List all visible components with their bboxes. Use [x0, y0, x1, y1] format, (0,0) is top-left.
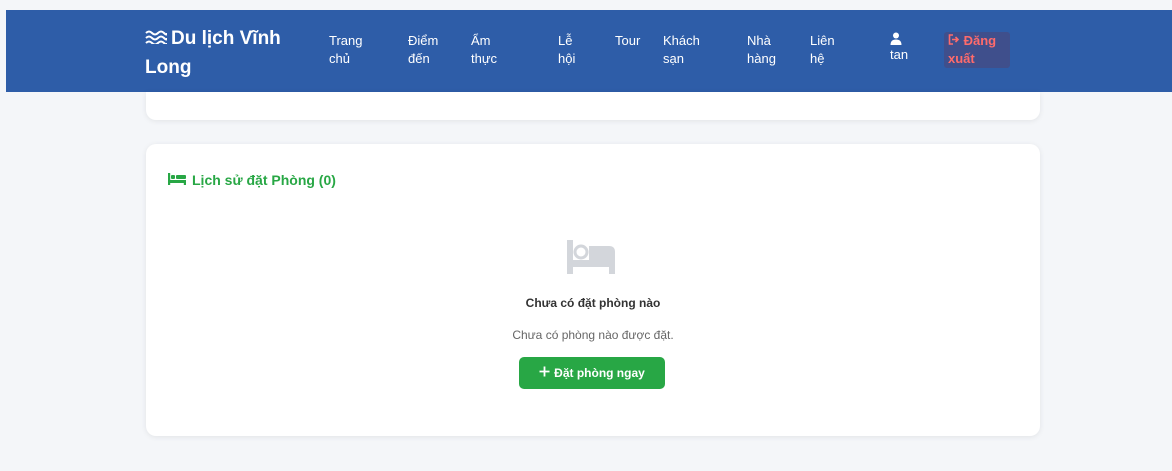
- bed-icon: [168, 172, 186, 188]
- sign-out-icon: [948, 33, 964, 48]
- nav-item-diem-den[interactable]: Điểm đến: [408, 32, 444, 68]
- nav-item-user[interactable]: tan: [890, 32, 914, 64]
- empty-state-title: Chưa có đặt phòng nào: [525, 296, 661, 310]
- section-title: Lịch sử đặt Phòng (0): [168, 172, 336, 188]
- user-name: tan: [890, 47, 909, 62]
- nav-item-tour[interactable]: Tour: [615, 32, 640, 50]
- book-room-label: Đặt phòng ngay: [554, 366, 645, 380]
- brand-link[interactable]: Du lịch Vĩnh Long: [145, 24, 295, 82]
- bed-icon: [567, 240, 615, 279]
- book-room-button[interactable]: Đặt phòng ngay: [519, 357, 665, 389]
- nav-item-trang-chu[interactable]: Trang chủ: [329, 32, 369, 68]
- user-icon: [890, 32, 904, 46]
- booking-history-card: Lịch sử đặt Phòng (0) Chưa có đặt phòng …: [146, 144, 1040, 436]
- logout-link[interactable]: Đăng xuất: [944, 32, 1010, 68]
- nav-item-lien-he[interactable]: Liên hệ: [810, 32, 840, 68]
- water-waves-icon: [145, 24, 168, 53]
- nav-item-khach-san[interactable]: Khách sạn: [663, 32, 707, 68]
- profile-card-bottom: [146, 92, 1040, 120]
- nav-item-nha-hang[interactable]: Nhà hàng: [747, 32, 781, 68]
- nav-item-le-hoi[interactable]: Lễ hội: [558, 32, 582, 68]
- navbar: Du lịch Vĩnh Long Trang chủ Điểm đến Ẩm …: [6, 10, 1172, 92]
- plus-icon: [539, 366, 550, 380]
- section-title-text: Lịch sử đặt Phòng (0): [192, 172, 336, 188]
- nav-item-am-thuc[interactable]: Ẩm thực: [471, 32, 505, 68]
- empty-state-description: Chưa có phòng nào được đặt.: [512, 328, 674, 342]
